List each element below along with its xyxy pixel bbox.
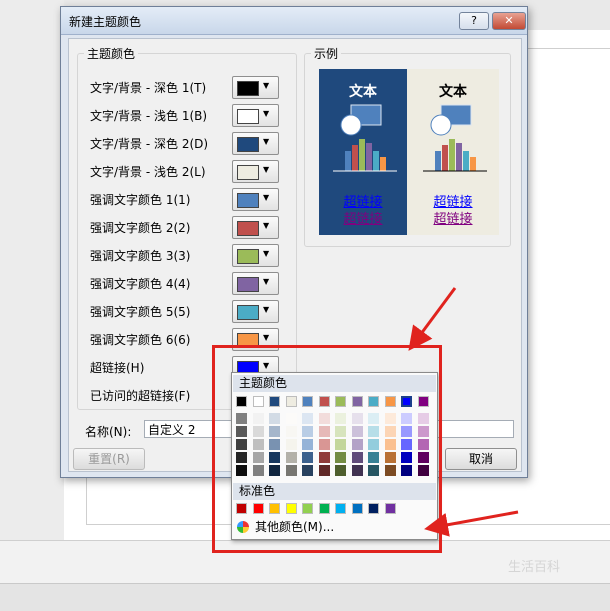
dropdown-arrow-icon: ▼	[263, 137, 270, 146]
highlight-box	[212, 345, 442, 553]
theme-color-row-label: 强调文字颜色 1(1)	[90, 193, 191, 207]
sample-text-light: 文本	[439, 84, 467, 100]
name-label: 名称(N):	[85, 425, 132, 439]
sample-text-dark: 文本	[349, 84, 377, 100]
reset-button[interactable]: 重置(R)	[73, 448, 145, 470]
color-swatch	[237, 137, 259, 152]
theme-color-picker-button[interactable]: ▼	[232, 216, 279, 239]
theme-color-row-label: 强调文字颜色 6(6)	[90, 333, 191, 347]
theme-color-picker-button[interactable]: ▼	[232, 160, 279, 183]
watermark: 生活百科	[508, 560, 561, 575]
color-swatch	[237, 221, 259, 236]
theme-color-row-label: 强调文字颜色 2(2)	[90, 221, 191, 235]
sample-visited-dark: 超链接	[343, 212, 383, 227]
theme-color-picker-button[interactable]: ▼	[232, 272, 279, 295]
dropdown-arrow-icon: ▼	[263, 305, 270, 314]
background-status-bar	[0, 583, 610, 611]
theme-color-picker-button[interactable]: ▼	[232, 188, 279, 211]
sample-preview: 文本 超链接 超链接 文本 超链接 超链接	[319, 69, 499, 235]
color-swatch	[237, 165, 259, 180]
color-swatch	[237, 81, 259, 96]
close-button[interactable]: ✕	[492, 12, 526, 30]
theme-color-picker-button[interactable]: ▼	[232, 132, 279, 155]
theme-color-row-label: 强调文字颜色 3(3)	[90, 249, 191, 263]
title-bar[interactable]: 新建主题颜色 ? ✕	[61, 7, 527, 35]
sample-shapes-light-icon	[423, 104, 487, 172]
dropdown-arrow-icon: ▼	[263, 81, 270, 90]
help-button[interactable]: ?	[459, 12, 489, 30]
theme-color-picker-button[interactable]: ▼	[232, 244, 279, 267]
theme-color-picker-button[interactable]: ▼	[232, 104, 279, 127]
dropdown-arrow-icon: ▼	[263, 109, 270, 118]
color-swatch	[237, 193, 259, 208]
theme-color-row-label: 已访问的超链接(F)	[90, 389, 191, 403]
sample-light-panel: 文本 超链接 超链接	[407, 69, 499, 235]
dropdown-arrow-icon: ▼	[263, 221, 270, 230]
dropdown-arrow-icon: ▼	[263, 193, 270, 202]
theme-color-row-label: 文字/背景 - 浅色 2(L)	[90, 165, 206, 179]
dropdown-arrow-icon: ▼	[263, 333, 270, 342]
sample-shapes-dark-icon	[333, 104, 397, 172]
dropdown-arrow-icon: ▼	[263, 249, 270, 258]
theme-color-row-label: 超链接(H)	[90, 361, 145, 375]
theme-color-picker-button[interactable]: ▼	[232, 76, 279, 99]
theme-color-row-label: 文字/背景 - 深色 1(T)	[90, 81, 207, 95]
sample-visited-light: 超链接	[433, 212, 473, 227]
theme-color-row-label: 文字/背景 - 深色 2(D)	[90, 137, 209, 151]
theme-color-row-label: 强调文字颜色 5(5)	[90, 305, 191, 319]
dialog-title: 新建主题颜色	[69, 15, 142, 29]
theme-colors-group-title: 主题颜色	[84, 45, 139, 62]
sample-group-title: 示例	[311, 45, 342, 62]
sample-dark-panel: 文本 超链接 超链接	[319, 69, 407, 235]
color-swatch	[237, 277, 259, 292]
color-swatch	[237, 249, 259, 264]
color-swatch	[237, 305, 259, 320]
color-swatch	[237, 109, 259, 124]
cancel-button[interactable]: 取消	[445, 448, 517, 470]
theme-color-row-label: 文字/背景 - 浅色 1(B)	[90, 109, 208, 123]
theme-color-picker-button[interactable]: ▼	[232, 300, 279, 323]
background-slide-pane	[0, 0, 64, 540]
theme-color-row-label: 强调文字颜色 4(4)	[90, 277, 191, 291]
dropdown-arrow-icon: ▼	[263, 165, 270, 174]
dropdown-arrow-icon: ▼	[263, 277, 270, 286]
